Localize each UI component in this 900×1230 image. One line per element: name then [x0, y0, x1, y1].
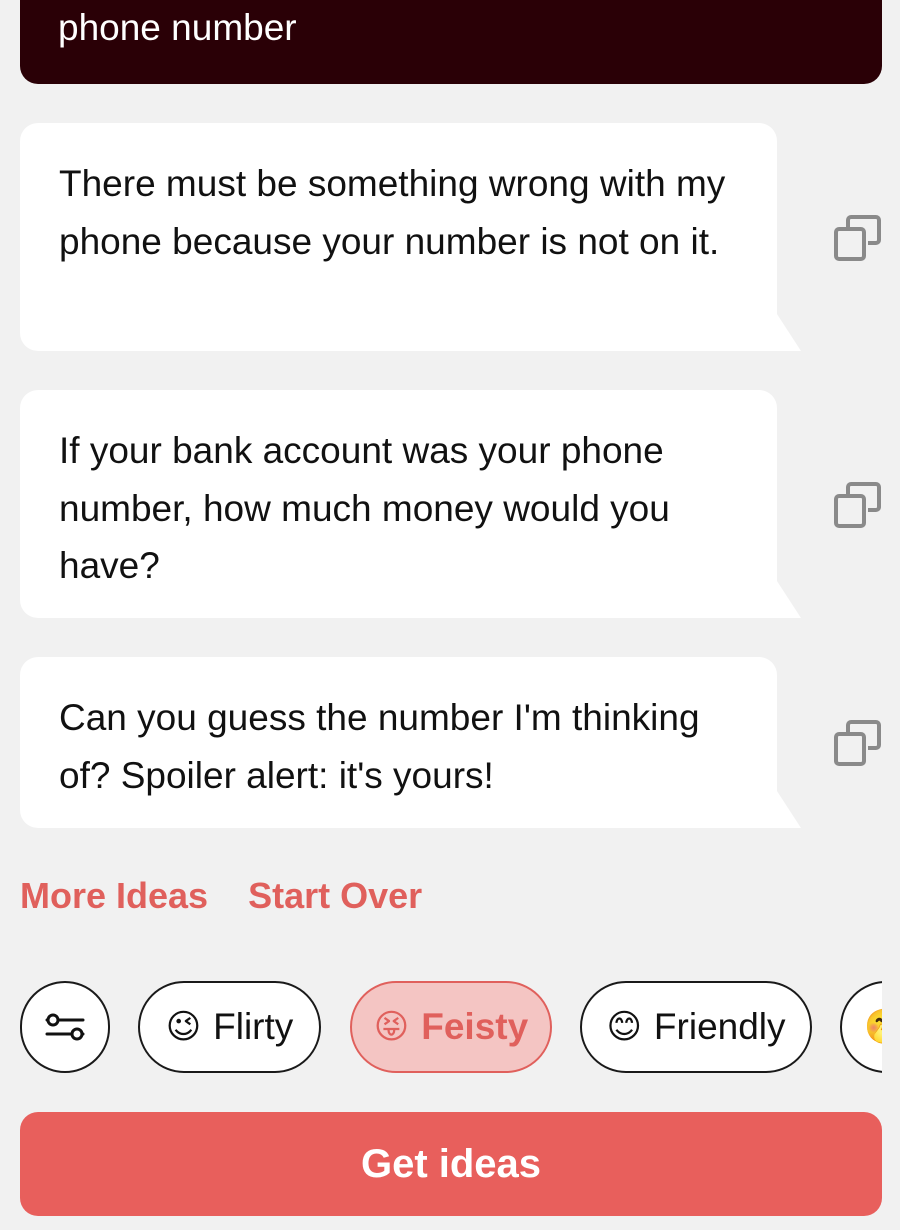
bubble-tail	[775, 311, 801, 351]
tone-chip-flirty[interactable]: 😉 Flirty	[138, 981, 321, 1073]
copy-button-2[interactable]	[832, 479, 884, 531]
copy-icon	[834, 482, 881, 528]
copy-icon	[834, 720, 881, 766]
bubble-tail	[775, 578, 801, 618]
idea-bubble-1[interactable]: There must be something wrong with my ph…	[20, 123, 777, 351]
tone-chips: 😉 Flirty 😝 Feisty 😊 Friendly 🤭	[20, 981, 882, 1075]
more-ideas-link[interactable]: More Ideas	[20, 872, 208, 920]
idea-text: There must be something wrong with my ph…	[59, 163, 726, 262]
copy-button-1[interactable]	[832, 212, 884, 264]
tone-chip-feisty[interactable]: 😝 Feisty	[350, 981, 552, 1073]
copy-icon	[834, 215, 881, 261]
action-links: More Ideas Start Over	[20, 872, 422, 920]
idea-bubble-3[interactable]: Can you guess the number I'm thinking of…	[20, 657, 777, 828]
prompt-text: phone number	[58, 7, 297, 48]
wink-face-icon: 😉	[165, 1007, 202, 1047]
smiling-face-icon: 😊	[606, 1007, 642, 1047]
tone-label: Feisty	[421, 1006, 529, 1047]
sliders-icon	[45, 1013, 85, 1041]
copy-button-3[interactable]	[832, 717, 884, 769]
idea-bubble-2[interactable]: If your bank account was your phone numb…	[20, 390, 777, 618]
filter-button[interactable]	[20, 981, 110, 1073]
tone-label: Flirty	[213, 1006, 294, 1047]
bubble-tail	[775, 788, 801, 828]
get-ideas-button[interactable]: Get ideas	[20, 1112, 882, 1216]
idea-text: If your bank account was your phone numb…	[59, 430, 670, 586]
prompt-bar: phone number	[20, 0, 882, 84]
tone-label: Friendly	[653, 1006, 786, 1047]
tone-chip-friendly[interactable]: 😊 Friendly	[580, 981, 812, 1073]
idea-text: Can you guess the number I'm thinking of…	[59, 697, 700, 796]
hand-over-mouth-face-icon: 🤭	[864, 1007, 882, 1047]
get-ideas-label: Get ideas	[360, 1141, 542, 1186]
tone-chip-partial[interactable]: 🤭	[840, 981, 882, 1073]
tongue-face-icon: 😝	[373, 1007, 410, 1047]
start-over-link[interactable]: Start Over	[248, 872, 422, 920]
